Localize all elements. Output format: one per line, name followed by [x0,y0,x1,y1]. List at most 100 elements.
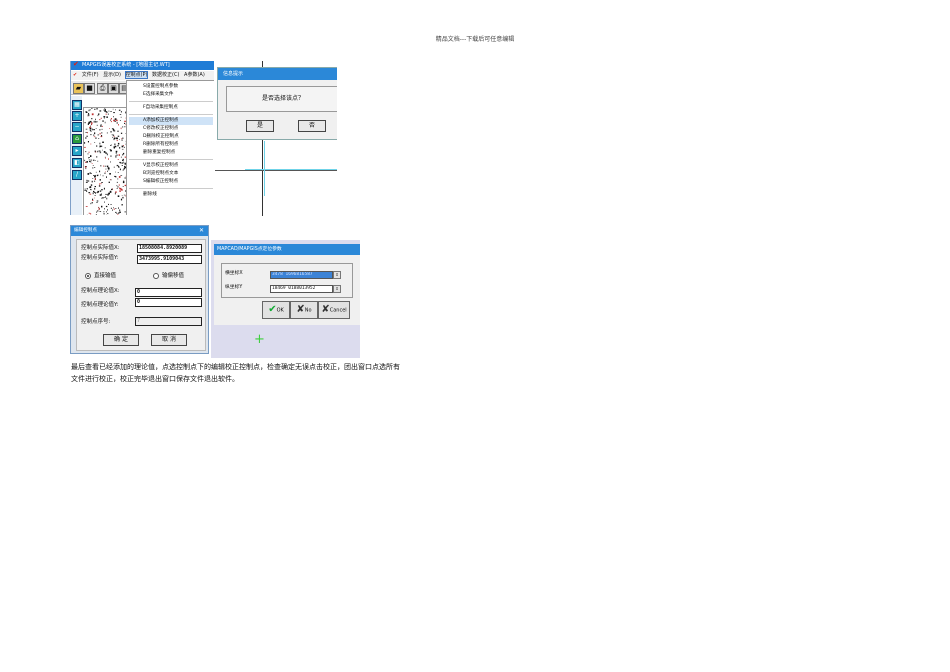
mapgis-menu-bar: ✔ 文件(F) 显示(D) 控制点(P) 数据校正(C) A参数(A) [71,71,214,80]
map-speckle [92,165,94,166]
map-speckle [121,138,122,140]
map-speckle [108,203,109,205]
map-speckle [99,170,101,173]
map-speckle [99,119,101,121]
map-speckle [110,207,112,209]
menu-control-point[interactable]: 控制点(P) [124,71,149,79]
menu-item-show-points[interactable]: V显示校正控制点 [129,162,213,170]
map-speckle [104,156,106,158]
menu-item-edit-point[interactable]: S编辑校正控制点 [129,178,213,186]
home-icon[interactable]: ⌂ [72,134,82,144]
menu-params[interactable]: A参数(A) [184,72,205,78]
confirm-dialog: 信息提示 是否选择该点？ 是 否 [217,67,337,140]
map-speckle [88,109,90,112]
instruction-paragraph: 最后查看已经添加的理论值，点选控制点下的编辑校正控制点，检查确定无误点击校正，团… [71,361,471,385]
mapgis-title: MAPGIS误差校正系统 - [地图主记.WT] [82,62,170,68]
menu-item-delete-line[interactable]: 删除线 [129,191,213,199]
map-speckle [116,181,118,183]
map-canvas[interactable] [83,107,129,215]
map-speckle [103,211,105,213]
actual-x-field[interactable]: 18508084.8920089 [137,244,202,253]
coordinate-group: 横坐标X 3478 1696816587 ⇕ 纵坐标Y 18469 018801… [221,263,353,298]
menu-item-modify-point[interactable]: C修改校正控制点 [129,125,213,133]
y-coordinate-field[interactable]: 18469 0188013952 [270,285,333,293]
map-speckle [111,134,114,136]
theory-x-field[interactable]: 0 [135,288,202,297]
menu-file[interactable]: 文件(F) [82,72,99,78]
map-speckle [96,174,99,177]
map-speckle [104,108,106,110]
menu-item-set-params[interactable]: S设置控制点参数 [129,83,213,91]
theory-y-field[interactable]: 0 [135,298,202,307]
cancel-x-button[interactable]: ✘Cancel [318,301,350,319]
layer-icon[interactable]: ◧ [72,158,82,168]
cancel-button[interactable]: 取 消 [151,334,187,346]
menu-item-delete-duplicates[interactable]: 删除重复控制点 [129,149,213,157]
map-speckle [117,178,119,180]
map-speckle [96,156,98,158]
confirm-screenshot: 信息提示 是否选择该点？ 是 否 [215,61,337,216]
map-speckle [86,135,88,137]
menu-item-auto-collect[interactable]: F自动采集控制点 [129,104,213,112]
map-speckle [109,173,111,175]
x-spin-icon[interactable]: ⇕ [333,271,341,279]
map-speckle [87,114,90,117]
select-icon[interactable]: ▸ [72,146,82,156]
y-spin-icon[interactable]: ⇕ [333,285,341,293]
preview-icon[interactable]: ▣ [108,83,119,94]
menu-item-browse-text[interactable]: B浏览控制点文本 [129,170,213,178]
map-speckle [88,121,90,123]
zoom-out-icon[interactable]: − [72,122,82,132]
map-speckle [122,159,124,161]
menu-data-correction[interactable]: 数据校正(C) [152,72,179,78]
map-speckle [106,116,108,118]
map-speckle [94,160,96,161]
radio-offset-value[interactable]: 输偏移值 [153,272,184,280]
actual-y-field[interactable]: 3473995.9109043 [137,255,202,264]
radio-direct-value[interactable]: 直接输值 [85,272,116,280]
menu-item-delete-point[interactable]: D删除校正控制点 [129,133,213,141]
map-speckle [99,179,101,181]
x-coordinate-field[interactable]: 3478 1696816587 [270,271,333,279]
open-icon[interactable]: ▰ [73,83,84,94]
yes-button[interactable]: 是 [246,120,274,132]
map-speckle [89,126,91,128]
save-icon[interactable]: ■ [84,83,95,94]
map-speckle [107,167,110,170]
map-speckle [88,113,90,115]
zoom-in-icon[interactable]: + [72,111,82,121]
map-speckle [96,121,98,123]
ok-button[interactable]: 确 定 [103,334,139,346]
actual-x-label: 控制点实际值X: [81,245,120,251]
map-speckle [96,124,98,126]
map-speckle [103,116,106,118]
map-speckle [113,112,115,114]
map-speckle [111,188,113,191]
menu-display[interactable]: 显示(D) [103,72,121,78]
close-icon[interactable]: ✕ [199,226,204,236]
map-speckle [107,209,108,211]
map-speckle [90,130,92,132]
map-speckle [106,197,108,200]
line-icon[interactable]: / [72,170,82,180]
map-speckle [99,145,102,148]
no-x-button[interactable]: ✘No [290,301,318,319]
map-speckle [85,132,88,133]
map-speckle [116,188,118,189]
map-speckle [87,173,90,175]
menu-item-delete-all[interactable]: R删除所有控制点 [129,141,213,149]
map-speckle [92,167,94,169]
map-speckle [85,181,88,183]
map-speckle [115,150,118,153]
grid-icon[interactable]: ▦ [72,100,82,110]
print-icon[interactable]: ⎙ [97,83,108,94]
map-speckle [112,108,114,110]
no-button[interactable]: 否 [298,120,326,132]
map-speckle [95,128,97,129]
map-speckle [90,143,92,145]
mapgis-title-bar: ✔ MAPGIS误差校正系统 - [地图主记.WT] [71,61,214,70]
menu-item-add-point[interactable]: A添加校正控制点 [129,117,213,125]
menu-item-select-file[interactable]: E选择采集文件 [129,91,213,99]
ok-check-button[interactable]: ✔OK [262,301,290,319]
map-speckle [101,197,103,199]
